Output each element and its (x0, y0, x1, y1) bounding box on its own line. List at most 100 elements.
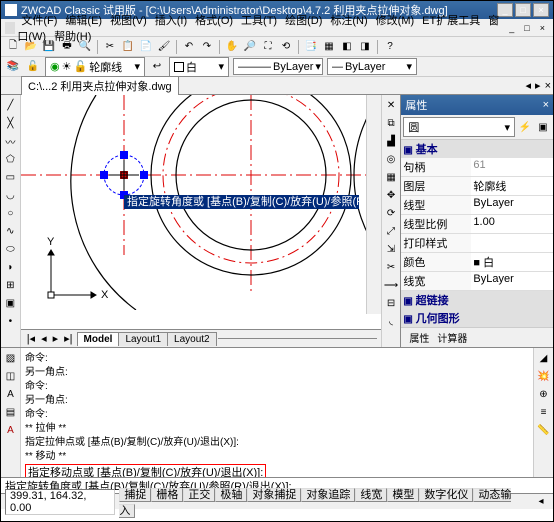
tool1-icon[interactable]: ▦ (321, 39, 337, 55)
tool2-icon[interactable]: ◧ (339, 39, 355, 55)
props-icon[interactable]: 📑 (303, 39, 319, 55)
status-toggle[interactable]: 对象捕捉 (247, 488, 301, 502)
zoom-window-icon[interactable]: ⛶ (260, 39, 276, 55)
prop-row[interactable]: 颜色■ 白 (401, 253, 553, 272)
cat-basic[interactable]: ▣ 基本 (401, 140, 553, 158)
block-icon[interactable]: ▣ (2, 295, 18, 311)
menu-item[interactable]: 格式(O) (191, 14, 237, 28)
maximize-button[interactable]: □ (515, 3, 531, 17)
point-icon[interactable]: • (2, 313, 18, 329)
status-toggle[interactable]: 模型 (387, 488, 419, 502)
arc-icon[interactable]: ◡ (2, 187, 18, 203)
file-tab[interactable]: C:\...2 利用夹点拉伸对象.dwg (21, 76, 179, 95)
ellipse-arc-icon[interactable]: ◗ (2, 259, 18, 275)
copy-icon[interactable]: 📋 (120, 39, 136, 55)
zoom-prev-icon[interactable]: ⟲ (278, 39, 294, 55)
layer-dropdown[interactable]: ◉☀🔓 轮廓线 ▾ (45, 57, 145, 77)
cut-icon[interactable]: ✂ (102, 39, 118, 55)
preview-icon[interactable]: 🔍 (77, 39, 93, 55)
undo-icon[interactable]: ↶ (181, 39, 197, 55)
status-toggle[interactable]: 正交 (183, 488, 215, 502)
pick-icon[interactable]: ▣ (535, 119, 551, 135)
status-toggle[interactable]: 极轴 (215, 488, 247, 502)
vscrollbar[interactable] (366, 95, 381, 314)
text-icon[interactable]: A (3, 386, 19, 402)
prop-tab-calc[interactable]: 计算器 (437, 330, 467, 345)
layer-props-icon[interactable]: 📚 (5, 59, 21, 75)
mtext-icon[interactable]: A (3, 422, 19, 438)
offset-icon[interactable]: ◎ (383, 151, 399, 167)
align-icon[interactable]: ≡ (536, 404, 552, 420)
move-icon[interactable]: ✥ (383, 187, 399, 203)
xline-icon[interactable]: ╳ (2, 115, 18, 131)
menu-item[interactable]: 插入(I) (151, 14, 191, 28)
ellipse-icon[interactable]: ⬭ (2, 241, 18, 257)
status-toggle[interactable]: 数字化仪 (419, 488, 473, 502)
status-toggle[interactable]: 捕捉 (119, 488, 151, 502)
save-icon[interactable]: 💾 (41, 39, 57, 55)
status-toggle[interactable]: 对象追踪 (301, 488, 355, 502)
layer-prev-icon[interactable]: ↩ (149, 59, 165, 75)
chamfer-icon[interactable]: ◢ (536, 350, 552, 366)
open-icon[interactable]: 📂 (23, 39, 39, 55)
model-tab[interactable]: Model (77, 332, 120, 346)
fillet-icon[interactable]: ◟ (383, 313, 399, 329)
tab-first[interactable]: |◂ (25, 332, 37, 345)
prop-row[interactable]: 打印样式 (401, 234, 553, 253)
child-restore[interactable]: □ (520, 23, 533, 33)
close-button[interactable]: × (533, 3, 549, 17)
polygon-icon[interactable]: ⬠ (2, 151, 18, 167)
model-tab[interactable]: Layout2 (167, 332, 217, 346)
status-toggle[interactable]: 线宽 (355, 488, 387, 502)
measure-icon[interactable]: 📏 (536, 422, 552, 438)
pan-icon[interactable]: ✋ (224, 39, 240, 55)
color-dropdown[interactable]: 白 ▾ (169, 57, 229, 77)
insert-icon[interactable]: ⊞ (2, 277, 18, 293)
scale-icon[interactable]: ⤢ (383, 223, 399, 239)
prop-row[interactable]: 线型比例1.00 (401, 215, 553, 234)
erase-icon[interactable]: ✕ (383, 97, 399, 113)
menu-item[interactable]: 绘图(D) (281, 14, 326, 28)
explode-icon[interactable]: 💥 (536, 368, 552, 384)
stretch-icon[interactable]: ⇲ (383, 241, 399, 257)
help-icon[interactable]: ? (382, 39, 398, 55)
extend-icon[interactable]: ⟶ (383, 277, 399, 293)
status-arrow[interactable]: ◂ (533, 494, 549, 510)
child-minimize[interactable]: _ (505, 23, 518, 33)
redo-icon[interactable]: ↷ (199, 39, 215, 55)
spline-icon[interactable]: ∿ (2, 223, 18, 239)
join-icon[interactable]: ⊕ (536, 386, 552, 402)
prop-tab-props[interactable]: 属性 (409, 330, 429, 345)
linetype-dropdown[interactable]: ——— ByLayer ▾ (233, 58, 323, 75)
match-icon[interactable]: 🖌 (156, 39, 172, 55)
mirror-icon[interactable]: ▟ (383, 133, 399, 149)
paste-icon[interactable]: 📄 (138, 39, 154, 55)
object-type-dropdown[interactable]: 圆 ▾ (403, 117, 515, 137)
menu-item[interactable]: 修改(M) (372, 14, 419, 28)
menu-item[interactable]: 文件(F) (17, 14, 61, 28)
tab-prev[interactable]: ◂ (39, 332, 49, 345)
prop-close-icon[interactable]: × (543, 99, 549, 111)
tab-scroll-right[interactable]: ▸ (533, 79, 543, 92)
command-history[interactable]: 命令:另一角点:命令:另一角点:命令:** 拉伸 **指定拉伸点或 [基点(B)… (21, 348, 533, 477)
copy2-icon[interactable]: ⧉ (383, 115, 399, 131)
lineweight-dropdown[interactable]: — ByLayer ▾ (327, 58, 417, 75)
menu-item[interactable]: 标注(N) (326, 14, 371, 28)
line-icon[interactable]: ╱ (2, 97, 18, 113)
prop-row[interactable]: 图层轮廓线 (401, 177, 553, 196)
menu-item[interactable]: ET扩展工具 (418, 14, 484, 28)
circle-icon[interactable]: ○ (2, 205, 18, 221)
prop-row[interactable]: 线型ByLayer (401, 196, 553, 215)
child-close[interactable]: × (536, 23, 549, 33)
tab-next[interactable]: ▸ (51, 332, 61, 345)
quick-select-icon[interactable]: ⚡ (517, 119, 533, 135)
cat-geom[interactable]: ▣ 几何图形 (401, 309, 553, 327)
layer-state-icon[interactable]: 🔓 (25, 59, 41, 75)
break-icon[interactable]: ⊟ (383, 295, 399, 311)
tool3-icon[interactable]: ◨ (357, 39, 373, 55)
new-icon[interactable]: 🗋 (5, 39, 21, 55)
tab-last[interactable]: ▸| (62, 332, 74, 345)
menu-item[interactable]: 编辑(E) (61, 14, 106, 28)
tab-scroll-left[interactable]: ◂ (524, 79, 534, 92)
region-icon[interactable]: ◫ (3, 368, 19, 384)
